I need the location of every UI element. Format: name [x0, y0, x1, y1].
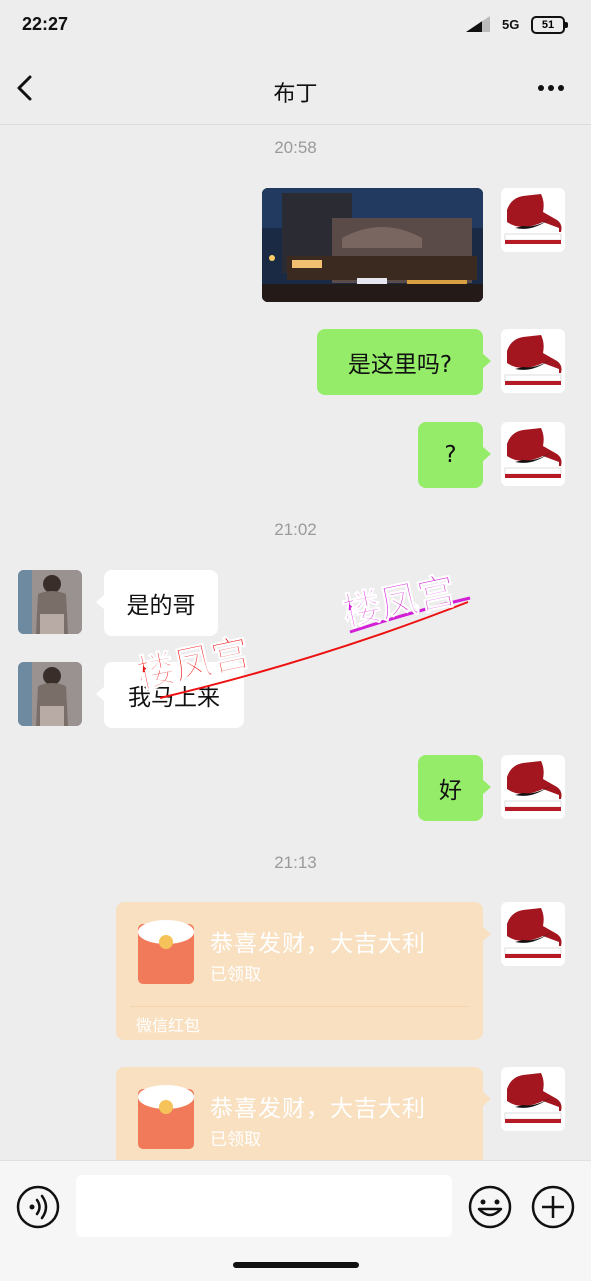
sent-photo[interactable] [262, 188, 483, 302]
timestamp: 21:13 [274, 853, 317, 872]
red-packet-message[interactable]: 恭喜发财，大吉大利 已领取 微信红包 [116, 902, 491, 1040]
red-packet-title: 恭喜发财，大吉大利 [210, 1096, 426, 1122]
photo-image [262, 188, 483, 302]
message-bubble-incoming[interactable]: 我马上来 [96, 662, 244, 728]
message-text: ? [444, 442, 457, 468]
red-packet-icon [138, 1085, 194, 1149]
red-packet-icon [138, 920, 194, 984]
status-time: 22:27 [22, 14, 69, 34]
sneaker-icon [504, 428, 562, 478]
message-text: 是的哥 [126, 593, 196, 619]
message-text: 是这里吗? [347, 352, 453, 378]
red-packet-title: 恭喜发财，大吉大利 [210, 931, 426, 957]
sneaker-icon [504, 761, 562, 811]
my-avatar[interactable] [501, 422, 565, 486]
status-bar: 22:27 5G 51 [0, 0, 591, 52]
message-bubble-outgoing[interactable]: ? [418, 422, 491, 488]
message-input[interactable] [76, 1175, 452, 1237]
red-packet-status: 已领取 [210, 965, 261, 985]
sneaker-icon [504, 908, 562, 958]
emoji-icon[interactable] [468, 1185, 512, 1229]
signal-icon [466, 16, 490, 32]
more-dots-icon[interactable] [536, 78, 566, 98]
my-avatar[interactable] [501, 755, 565, 819]
my-avatar[interactable] [501, 329, 565, 393]
message-bubble-outgoing[interactable]: 好 [418, 755, 491, 821]
plus-icon[interactable] [531, 1185, 575, 1229]
message-bubble-outgoing[interactable]: 是这里吗? [317, 329, 491, 395]
contact-photo [18, 662, 82, 726]
network-label: 5G [502, 17, 520, 32]
divider [130, 1006, 469, 1007]
sneaker-icon [504, 335, 562, 385]
timestamp: 20:58 [274, 138, 317, 157]
message-bubble-incoming[interactable]: 是的哥 [96, 570, 218, 636]
sneaker-icon [504, 1073, 562, 1123]
red-packet-message[interactable]: 恭喜发财，大吉大利 已领取 [116, 1067, 491, 1160]
contact-avatar[interactable] [18, 570, 82, 634]
chat-title: 布丁 [273, 82, 318, 107]
red-packet-footer: 微信红包 [136, 1016, 201, 1035]
contact-photo [18, 570, 82, 634]
message-text: 好 [439, 778, 462, 804]
my-avatar[interactable] [501, 188, 565, 252]
contact-avatar[interactable] [18, 662, 82, 726]
my-avatar[interactable] [501, 902, 565, 966]
battery-icon: 51 [531, 16, 568, 34]
my-avatar[interactable] [501, 1067, 565, 1131]
home-indicator [233, 1262, 359, 1268]
chat-header: 布丁 [0, 52, 591, 125]
watermark-text-2: 楼凤宫 [339, 568, 460, 635]
message-text: 我马上来 [128, 685, 220, 711]
voice-icon[interactable] [16, 1185, 60, 1229]
red-packet-status: 已领取 [210, 1130, 261, 1150]
sneaker-icon [501, 188, 565, 252]
timestamp: 21:02 [274, 520, 317, 539]
